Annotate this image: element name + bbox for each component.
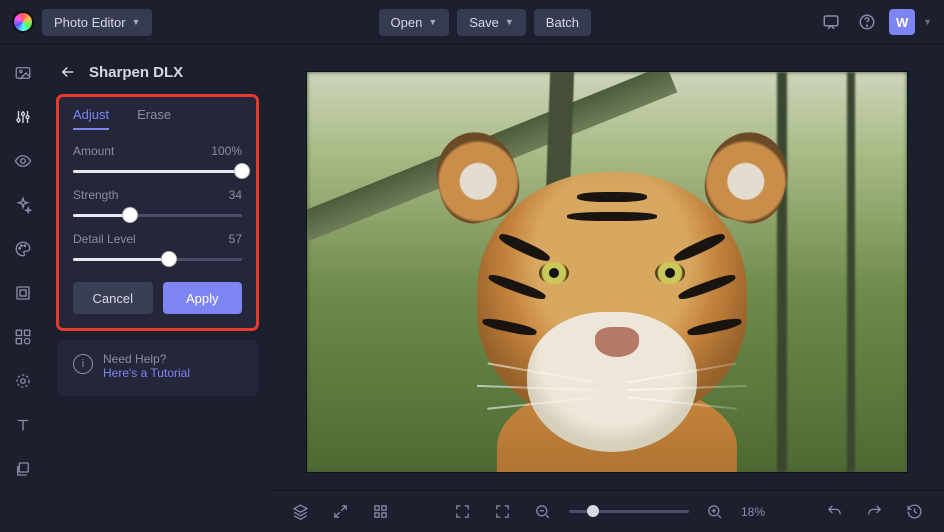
help-icon[interactable] xyxy=(853,8,881,36)
detail-label: Detail Level xyxy=(73,232,136,246)
side-panel: Sharpen DLX Adjust Erase Amount 100% Str… xyxy=(45,45,270,532)
strength-slider[interactable] xyxy=(73,206,242,224)
detail-value: 57 xyxy=(229,232,242,246)
grid-icon[interactable] xyxy=(366,498,394,526)
top-bar: Photo Editor ▼ Open ▼ Save ▼ Batch W ▼ xyxy=(0,0,944,45)
fit-icon[interactable] xyxy=(489,498,517,526)
zoom-slider[interactable] xyxy=(569,510,689,513)
amount-slider[interactable] xyxy=(73,162,242,180)
app-mode-label: Photo Editor xyxy=(54,15,126,30)
chevron-down-icon: ▼ xyxy=(505,17,514,27)
slider-detail: Detail Level 57 xyxy=(73,232,242,268)
help-title: Need Help? xyxy=(103,352,190,366)
tool-elements-icon[interactable] xyxy=(8,323,38,351)
detail-slider[interactable] xyxy=(73,250,242,268)
amount-label: Amount xyxy=(73,144,114,158)
panel-title: Sharpen DLX xyxy=(89,64,183,81)
history-icon[interactable] xyxy=(900,498,928,526)
chevron-down-icon: ▼ xyxy=(132,17,141,27)
help-link[interactable]: Here's a Tutorial xyxy=(103,366,190,380)
slider-strength: Strength 34 xyxy=(73,188,242,224)
tool-image-icon[interactable] xyxy=(8,59,38,87)
amount-value: 100% xyxy=(211,144,242,158)
open-button[interactable]: Open ▼ xyxy=(379,9,450,36)
batch-label: Batch xyxy=(546,15,579,30)
app-logo-icon xyxy=(12,11,34,33)
expand-icon[interactable] xyxy=(326,498,354,526)
adjust-card: Adjust Erase Amount 100% Strength 34 xyxy=(57,95,258,330)
help-card: i Need Help? Here's a Tutorial xyxy=(57,340,258,396)
fullscreen-icon[interactable] xyxy=(449,498,477,526)
back-button[interactable] xyxy=(57,61,79,83)
undo-icon[interactable] xyxy=(820,498,848,526)
app-mode-dropdown[interactable]: Photo Editor ▼ xyxy=(42,9,152,36)
chevron-down-icon: ▼ xyxy=(428,17,437,27)
zoom-in-icon[interactable] xyxy=(701,498,729,526)
tool-layers-icon[interactable] xyxy=(8,455,38,483)
tool-strip xyxy=(0,45,45,532)
user-avatar[interactable]: W xyxy=(889,9,915,35)
strength-value: 34 xyxy=(229,188,242,202)
feedback-icon[interactable] xyxy=(817,8,845,36)
batch-button[interactable]: Batch xyxy=(534,9,591,36)
layers-icon[interactable] xyxy=(286,498,314,526)
redo-icon[interactable] xyxy=(860,498,888,526)
chevron-down-icon[interactable]: ▼ xyxy=(923,17,932,27)
tool-text-icon[interactable] xyxy=(8,411,38,439)
open-label: Open xyxy=(391,15,423,30)
slider-amount: Amount 100% xyxy=(73,144,242,180)
zoom-out-icon[interactable] xyxy=(529,498,557,526)
tool-palette-icon[interactable] xyxy=(8,235,38,263)
info-icon: i xyxy=(73,354,93,374)
tool-retouch-icon[interactable] xyxy=(8,367,38,395)
apply-button[interactable]: Apply xyxy=(163,282,243,314)
tool-sparkle-icon[interactable] xyxy=(8,191,38,219)
save-label: Save xyxy=(469,15,499,30)
tab-adjust[interactable]: Adjust xyxy=(73,107,109,130)
bottom-bar: 18% xyxy=(270,490,944,532)
image-preview xyxy=(307,72,907,472)
avatar-initial: W xyxy=(896,15,908,30)
tab-erase[interactable]: Erase xyxy=(137,107,171,130)
tool-eye-icon[interactable] xyxy=(8,147,38,175)
cancel-button[interactable]: Cancel xyxy=(73,282,153,314)
tool-adjust-icon[interactable] xyxy=(8,103,38,131)
save-button[interactable]: Save ▼ xyxy=(457,9,526,36)
canvas-area[interactable] xyxy=(270,45,944,490)
tool-frame-icon[interactable] xyxy=(8,279,38,307)
zoom-value: 18% xyxy=(741,505,765,519)
strength-label: Strength xyxy=(73,188,118,202)
